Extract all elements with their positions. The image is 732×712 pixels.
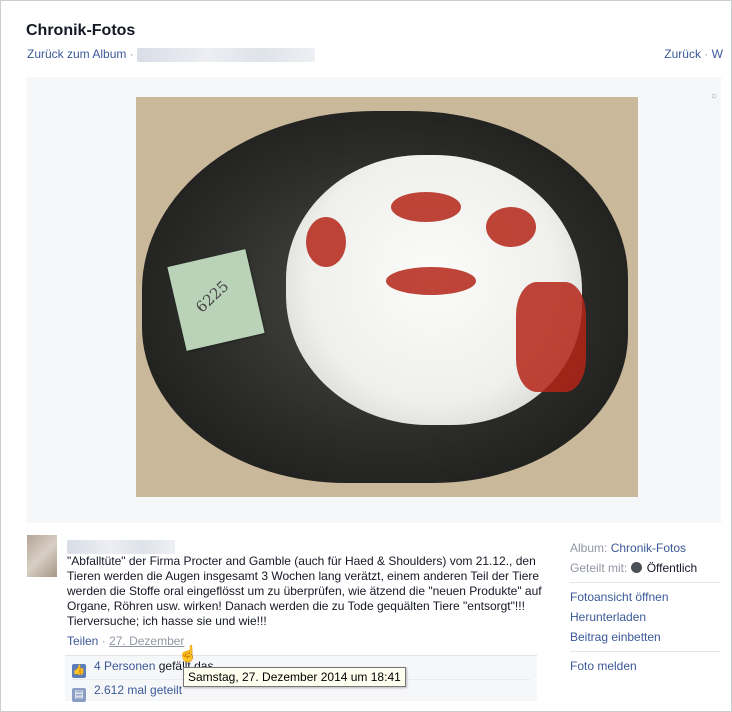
photo-stain [516,282,586,392]
sidebar-divider [570,582,720,583]
breadcrumb-separator: · [129,47,134,61]
embed-post-label[interactable]: Beitrag einbetten [570,630,661,644]
album-label: Album: [570,541,608,555]
redacted-author-name [67,539,175,554]
meta-separator: · [101,634,106,648]
download-link[interactable]: Herunterladen [570,607,720,627]
open-photo-view-label[interactable]: Fotoansicht öffnen [570,590,669,604]
previous-photo-link[interactable]: Zurück [664,47,701,61]
globe-icon [630,562,642,573]
download-label[interactable]: Herunterladen [570,610,646,624]
embed-post-link[interactable]: Beitrag einbetten [570,627,720,647]
shares-count-link[interactable]: 2.612 mal geteilt [94,683,182,697]
specimen-tag-label: 6225 [192,277,233,317]
nav-separator: · [704,47,709,61]
photo-navigation: Zurück · W [664,47,723,61]
breadcrumb: Zurück zum Album · [27,47,316,62]
author-avatar[interactable] [27,535,57,577]
timeline-photo[interactable]: 6225 [136,97,638,497]
page-title: Chronik-Fotos [26,22,136,39]
photo-sidebar: Album: Chronik-Fotos Geteilt mit: Öffent… [570,538,720,676]
photo-stage: ○ 6225 [27,77,721,523]
shared-with-label: Geteilt mit: [570,561,628,575]
audience-value[interactable]: Öffentlich [647,561,697,575]
report-photo-label[interactable]: Foto melden [570,659,637,673]
album-link[interactable]: Chronik-Fotos [611,541,686,555]
hand-cursor-icon: ☝ [178,646,198,663]
date-tooltip: Samstag, 27. Dezember 2014 um 18:41 [183,667,406,687]
stage-corner-glyph: ○ [710,91,717,102]
back-to-album-link[interactable]: Zurück zum Album [27,47,126,61]
photo-stain [386,267,476,295]
sidebar-divider [570,651,720,652]
post-meta: Teilen · 27. Dezember [67,634,184,648]
share-link[interactable]: Teilen [67,634,98,648]
post-caption: "Abfalltüte" der Firma Procter and Gambl… [67,554,542,628]
photo-stain [486,207,536,247]
thumbs-up-icon: 👍 [72,664,86,678]
redacted-owner-name [137,47,316,62]
album-line: Album: Chronik-Fotos [570,538,720,558]
photo-viewer: Chronik-Fotos Zurück zum Album · Zurück … [0,0,732,712]
photo-stain [306,217,346,267]
next-photo-link[interactable]: W [712,47,723,61]
post-date-link[interactable]: 27. Dezember [109,634,184,648]
audience-line: Geteilt mit: Öffentlich [570,558,720,578]
photo-stain [391,192,461,222]
share-icon: ▤ [72,688,86,702]
open-photo-view-link[interactable]: Fotoansicht öffnen [570,587,720,607]
report-photo-link[interactable]: Foto melden [570,656,720,676]
likes-count-link[interactable]: 4 Personen [94,659,155,673]
